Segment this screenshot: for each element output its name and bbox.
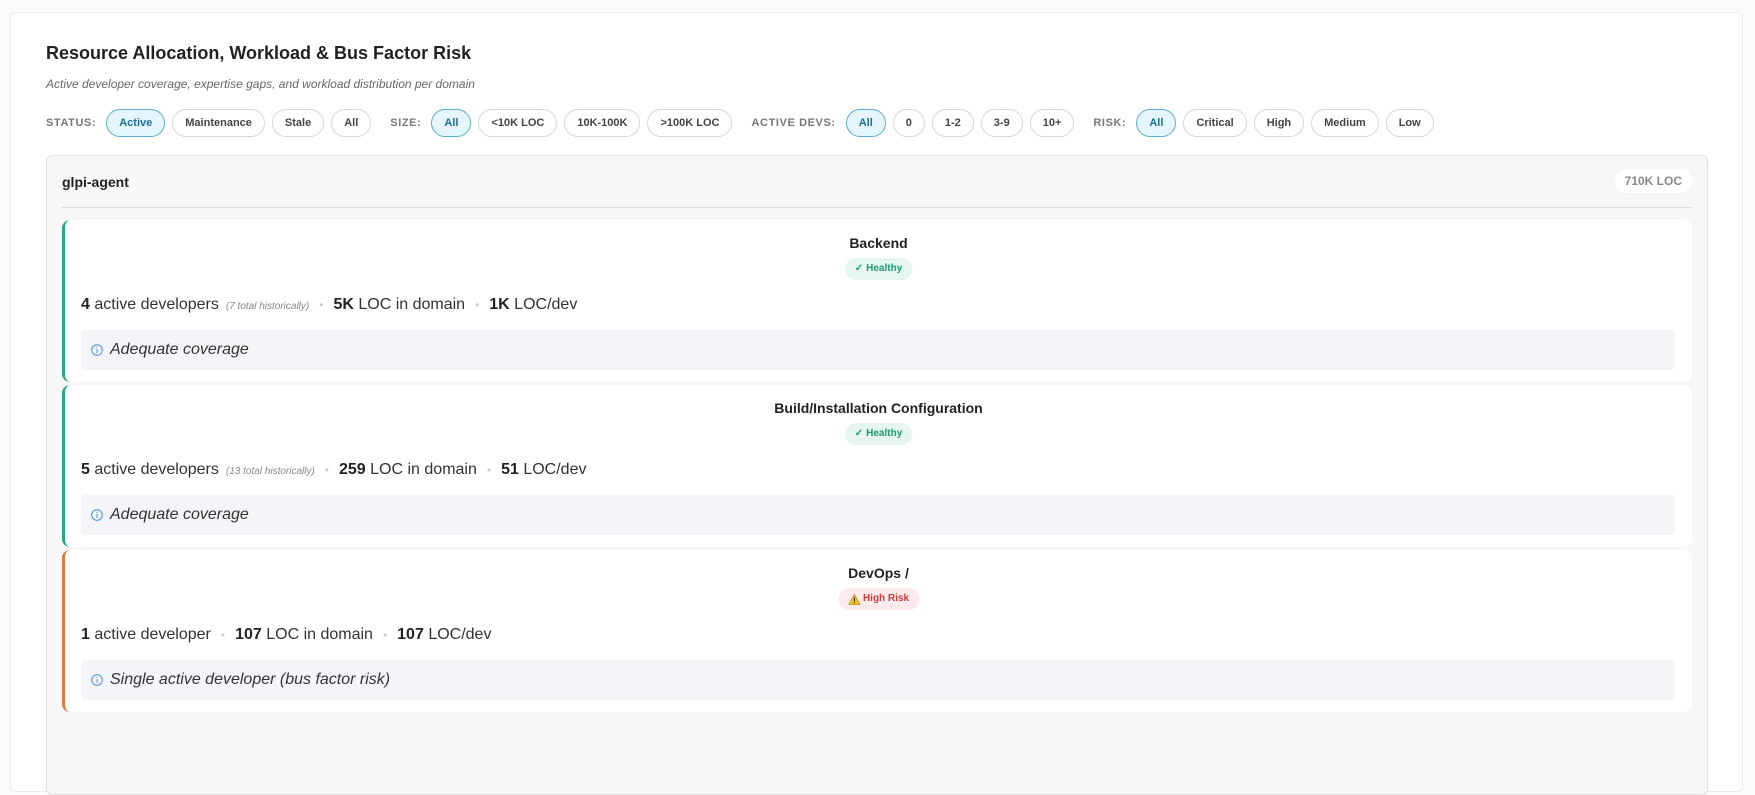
domain-loc-label: LOC in domain: [358, 296, 466, 313]
info-icon: [91, 344, 103, 356]
separator-dot: •: [382, 628, 388, 642]
loc-per-dev-label: LOC/dev: [523, 461, 587, 478]
size-filter-label: SIZE:: [390, 117, 422, 129]
devs-chip-zero[interactable]: 0: [892, 109, 925, 137]
domain-stats: 1 active developer • 107 LOC in domain •…: [81, 626, 491, 644]
devs-chip-10-plus[interactable]: 10+: [1029, 109, 1075, 137]
size-filter: SIZE: All <10K LOC 10K-100K >100K LOC: [390, 109, 739, 137]
repo-header: glpi-agent 710K LOC: [62, 156, 1692, 208]
status-badge-label: Healthy: [866, 263, 903, 274]
active-dev-count: 4: [81, 296, 90, 313]
coverage-note-text: Adequate coverage: [110, 506, 249, 523]
repo-section: glpi-agent 710K LOC Backend ✓ Healthy 4 …: [46, 155, 1708, 795]
page-subtitle: Active developer coverage, expertise gap…: [46, 77, 475, 91]
loc-per-dev-label: LOC/dev: [428, 626, 492, 643]
coverage-note-text: Single active developer (bus factor risk…: [110, 671, 391, 688]
domain-stats: 5 active developers (13 total historical…: [81, 461, 586, 479]
status-badge-label: Healthy: [866, 428, 903, 439]
risk-chip-low[interactable]: Low: [1385, 109, 1434, 137]
loc-per-dev-label: LOC/dev: [514, 296, 578, 313]
devs-chip-all[interactable]: All: [845, 109, 886, 137]
coverage-note: Single active developer (bus factor risk…: [81, 660, 1675, 700]
risk-filter-label: RISK:: [1093, 117, 1127, 129]
domain-card: Build/Installation Configuration ✓ Healt…: [62, 385, 1692, 547]
separator-dot: •: [220, 628, 226, 642]
domain-loc: 5K: [333, 296, 354, 313]
active-dev-label: active developers: [94, 296, 219, 313]
domain-loc-label: LOC in domain: [266, 626, 373, 643]
size-chip-medium[interactable]: 10K-100K: [564, 109, 641, 137]
separator-dot: •: [319, 298, 324, 312]
report-card: Resource Allocation, Workload & Bus Fact…: [10, 12, 1743, 795]
devs-chip-3-9[interactable]: 3-9: [980, 109, 1023, 137]
domain-name: Build/Installation Configuration: [774, 400, 983, 416]
domain-loc: 107: [235, 626, 262, 643]
risk-chip-medium[interactable]: Medium: [1311, 109, 1379, 137]
status-badge: ✓ Healthy: [844, 423, 913, 445]
status-chip-all[interactable]: All: [331, 109, 372, 137]
loc-per-dev: 1K: [489, 296, 510, 313]
separator-dot: •: [475, 298, 480, 312]
domain-name: DevOps /: [848, 565, 909, 581]
status-chip-maintenance[interactable]: Maintenance: [172, 109, 265, 137]
domain-name: Backend: [849, 235, 908, 251]
domain-card: DevOps / High Risk 1 active developer • …: [62, 550, 1692, 712]
status-badge: High Risk: [837, 588, 920, 610]
domain-loc: 259: [339, 461, 366, 478]
active-dev-count: 5: [81, 461, 90, 478]
status-chip-active[interactable]: Active: [106, 109, 166, 137]
loc-per-dev: 107: [397, 626, 424, 643]
repo-loc-badge: 710K LOC: [1614, 169, 1692, 193]
size-chip-large[interactable]: >100K LOC: [647, 109, 733, 137]
active-dev-label: active developers: [94, 461, 219, 478]
status-chip-stale[interactable]: Stale: [271, 109, 325, 137]
check-icon: ✓: [854, 263, 864, 274]
repo-name: glpi-agent: [62, 174, 129, 190]
active-dev-label: active developer: [94, 626, 211, 643]
check-icon: ✓: [854, 428, 864, 439]
historical-dev-count: (13 total historically): [225, 466, 315, 477]
risk-filter: RISK: All Critical High Medium Low: [1093, 109, 1440, 137]
warning-icon: [847, 593, 860, 605]
domain-stats: 4 active developers (7 total historicall…: [81, 296, 577, 314]
coverage-note-text: Adequate coverage: [110, 341, 249, 358]
domain-card: Backend ✓ Healthy 4 active developers (7…: [62, 220, 1692, 382]
coverage-note: Adequate coverage: [81, 495, 1675, 535]
risk-chip-critical[interactable]: Critical: [1183, 109, 1247, 137]
info-icon: [91, 509, 103, 521]
risk-chip-high[interactable]: High: [1253, 109, 1305, 137]
page-title: Resource Allocation, Workload & Bus Fact…: [46, 43, 472, 63]
separator-dot: •: [324, 463, 329, 477]
coverage-note: Adequate coverage: [81, 330, 1675, 370]
loc-per-dev: 51: [501, 461, 519, 478]
active-devs-filter: ACTIVE DEVS: All 0 1-2 3-9 10+: [751, 109, 1081, 137]
historical-dev-count: (7 total historically): [225, 301, 310, 312]
status-badge-label: High Risk: [862, 593, 910, 604]
active-dev-count: 1: [81, 626, 90, 643]
status-badge: ✓ Healthy: [844, 258, 913, 280]
active-devs-filter-label: ACTIVE DEVS:: [751, 117, 836, 129]
info-icon: [91, 674, 103, 686]
filter-bar: STATUS: Active Maintenance Stale All SIZ…: [46, 108, 1453, 138]
status-filter-label: STATUS:: [46, 117, 97, 129]
domain-loc-label: LOC in domain: [370, 461, 477, 478]
size-chip-small[interactable]: <10K LOC: [478, 109, 558, 137]
risk-chip-all[interactable]: All: [1136, 109, 1177, 137]
devs-chip-1-2[interactable]: 1-2: [931, 109, 974, 137]
size-chip-all[interactable]: All: [431, 109, 472, 137]
status-filter: STATUS: Active Maintenance Stale All: [46, 109, 378, 137]
separator-dot: •: [486, 463, 492, 477]
